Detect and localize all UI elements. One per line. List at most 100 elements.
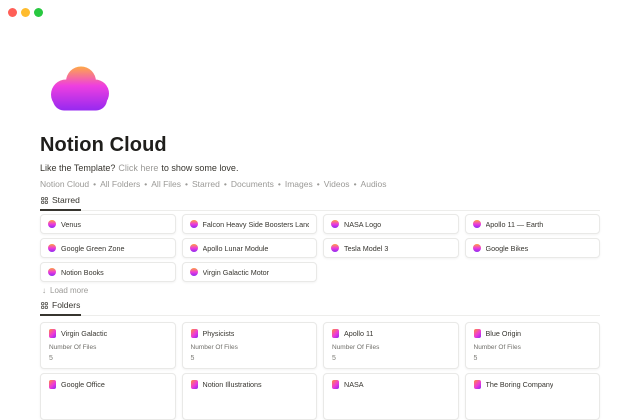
files-count-label: Number Of Files [332, 344, 450, 351]
gradient-dot-icon [473, 244, 481, 252]
tagline-prefix: Like the Template? [40, 163, 115, 173]
files-count-value: 5 [191, 355, 309, 362]
nav-item-documents[interactable]: Documents [231, 179, 274, 189]
nav-separator: • [224, 179, 227, 189]
starred-card-title: NASA Logo [344, 220, 381, 229]
folder-card-title: Notion Illustrations [203, 380, 262, 389]
folder-card-title: NASA [344, 380, 364, 389]
folder-card[interactable]: Notion Illustrations [182, 373, 318, 420]
nav-separator: • [185, 179, 188, 189]
tagline-suffix: to show some love. [161, 163, 238, 173]
gradient-folder-icon [332, 329, 339, 338]
starred-card[interactable]: Google Bikes [465, 238, 601, 258]
gradient-dot-icon [190, 220, 198, 228]
folder-card[interactable]: Apollo 11 Number Of Files 5 [323, 322, 459, 369]
starred-card[interactable]: Virgin Galactic Motor [182, 262, 318, 282]
starred-card[interactable]: Google Green Zone [40, 238, 176, 258]
nav-separator: • [93, 179, 96, 189]
starred-card[interactable]: Apollo 11 — Earth [465, 214, 601, 234]
gallery-grid-icon [41, 197, 48, 204]
cloud-page-icon[interactable] [51, 65, 109, 111]
starred-card-title: Apollo 11 — Earth [486, 220, 544, 229]
gallery-grid-icon [41, 302, 48, 309]
page-title: Notion Cloud [40, 133, 167, 157]
files-count-value: 5 [474, 355, 592, 362]
tab-starred-label: Starred [52, 195, 80, 205]
nav-item-notion-cloud[interactable]: Notion Cloud [40, 179, 89, 189]
gradient-folder-icon [474, 380, 481, 389]
zoom-window-button[interactable] [34, 8, 43, 17]
starred-card-title: Apollo Lunar Module [203, 244, 269, 253]
gradient-folder-icon [332, 380, 339, 389]
gradient-dot-icon [190, 268, 198, 276]
nav-item-starred[interactable]: Starred [192, 179, 220, 189]
folder-card-title: Apollo 11 [344, 329, 373, 338]
folder-card[interactable]: Google Office [40, 373, 176, 420]
tab-folders-label: Folders [52, 300, 80, 310]
starred-card-title: Google Green Zone [61, 244, 125, 253]
gradient-dot-icon [473, 220, 481, 228]
starred-gallery: Venus Falcon Heavy Side Boosters Landing… [40, 214, 600, 282]
starred-tabbar: Starred [40, 195, 600, 211]
tab-folders[interactable]: Folders [40, 300, 81, 316]
starred-card-title: Notion Books [61, 268, 104, 277]
gradient-folder-icon [191, 380, 198, 389]
gradient-dot-icon [331, 244, 339, 252]
folder-card-title: Physicists [203, 329, 235, 338]
nav-separator: • [278, 179, 281, 189]
folder-card-title: Virgin Galactic [61, 329, 107, 338]
folder-card-title: Blue Origin [486, 329, 522, 338]
gradient-folder-icon [191, 329, 198, 338]
nav-item-videos[interactable]: Videos [324, 179, 350, 189]
starred-card-title: Virgin Galactic Motor [203, 268, 270, 277]
folder-card[interactable]: Physicists Number Of Files 5 [182, 322, 318, 369]
nav-item-all-files[interactable]: All Files [151, 179, 181, 189]
nav-separator: • [354, 179, 357, 189]
gradient-dot-icon [48, 268, 56, 276]
files-count-value: 5 [332, 355, 450, 362]
gradient-dot-icon [48, 244, 56, 252]
folder-card[interactable]: Virgin Galactic Number Of Files 5 [40, 322, 176, 369]
folder-card-title: The Boring Company [486, 380, 554, 389]
tagline: Like the Template? Click here to show so… [40, 163, 238, 173]
window-controls [8, 8, 43, 17]
folders-gallery: Virgin Galactic Number Of Files 5 Physic… [40, 322, 600, 420]
tab-starred[interactable]: Starred [40, 195, 81, 211]
folder-card-title: Google Office [61, 380, 105, 389]
files-count-label: Number Of Files [49, 344, 167, 351]
down-arrow-icon: ↓ [42, 286, 46, 295]
gradient-dot-icon [331, 220, 339, 228]
minimize-window-button[interactable] [21, 8, 30, 17]
click-here-link[interactable]: Click here [118, 163, 158, 173]
gradient-folder-icon [474, 329, 481, 338]
breadcrumb-nav: Notion Cloud • All Folders • All Files •… [40, 179, 387, 189]
nav-item-images[interactable]: Images [285, 179, 313, 189]
nav-separator: • [144, 179, 147, 189]
load-more-label: Load more [50, 286, 88, 295]
nav-item-audios[interactable]: Audios [361, 179, 387, 189]
gradient-dot-icon [48, 220, 56, 228]
starred-card-title: Tesla Model 3 [344, 244, 388, 253]
starred-card-title: Falcon Heavy Side Boosters Landings [203, 220, 310, 229]
folder-card[interactable]: The Boring Company [465, 373, 601, 420]
files-count-label: Number Of Files [474, 344, 592, 351]
load-more-button[interactable]: ↓ Load more [42, 286, 88, 295]
close-window-button[interactable] [8, 8, 17, 17]
nav-separator: • [317, 179, 320, 189]
folder-card[interactable]: NASA [323, 373, 459, 420]
gradient-folder-icon [49, 380, 56, 389]
starred-card[interactable]: Falcon Heavy Side Boosters Landings [182, 214, 318, 234]
starred-card[interactable]: Venus [40, 214, 176, 234]
gradient-dot-icon [190, 244, 198, 252]
starred-card[interactable]: Notion Books [40, 262, 176, 282]
folder-card[interactable]: Blue Origin Number Of Files 5 [465, 322, 601, 369]
starred-card[interactable]: Tesla Model 3 [323, 238, 459, 258]
gradient-folder-icon [49, 329, 56, 338]
files-count-value: 5 [49, 355, 167, 362]
nav-item-all-folders[interactable]: All Folders [100, 179, 140, 189]
files-count-label: Number Of Files [191, 344, 309, 351]
starred-card[interactable]: Apollo Lunar Module [182, 238, 318, 258]
folders-tabbar: Folders [40, 300, 600, 316]
starred-card[interactable]: NASA Logo [323, 214, 459, 234]
starred-card-title: Google Bikes [486, 244, 529, 253]
